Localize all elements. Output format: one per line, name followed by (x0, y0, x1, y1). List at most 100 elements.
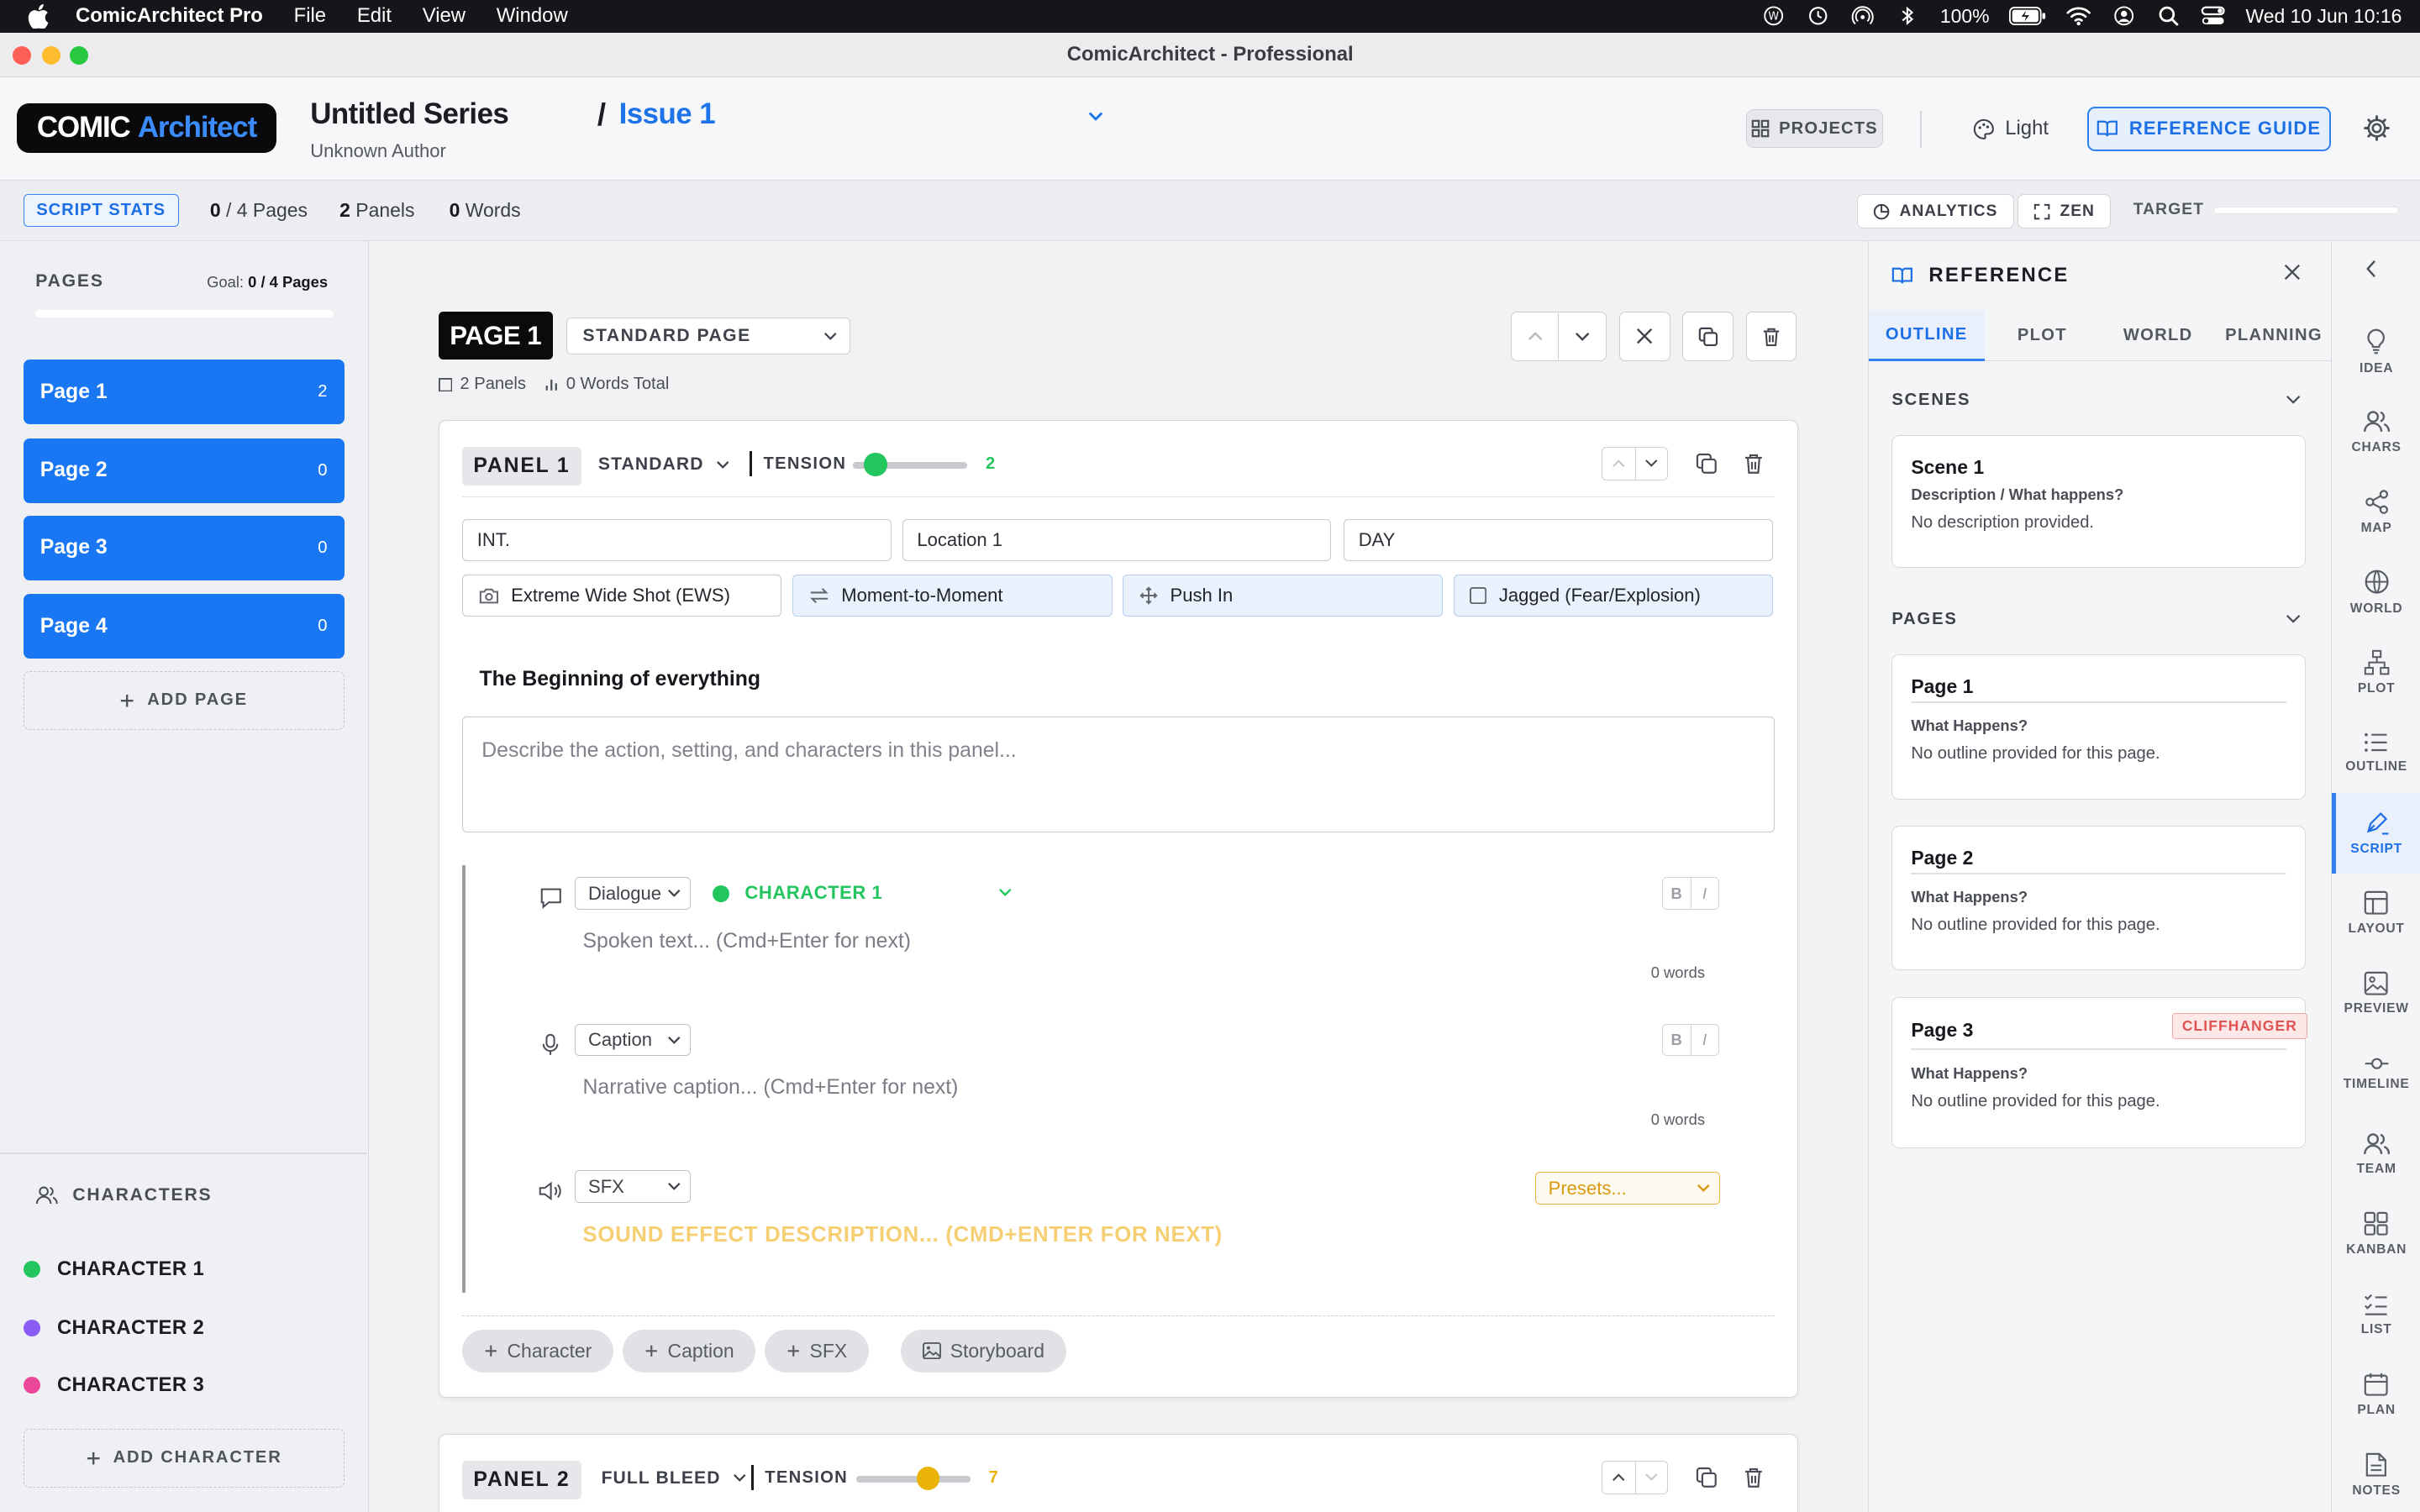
rail-kanban[interactable]: KANBAN (2332, 1194, 2420, 1275)
move-page-down-button[interactable] (1559, 313, 1606, 360)
add-caption-block-button[interactable]: Caption (623, 1329, 756, 1373)
time-of-day-input[interactable]: DAY (1344, 519, 1773, 561)
rail-plot[interactable]: PLOT (2332, 633, 2420, 713)
outline-page-card-2[interactable]: Page 2 What Happens? No outline provided… (1891, 825, 2306, 971)
delete-page-button[interactable] (1745, 312, 1797, 361)
tab-plot[interactable]: PLOT (1985, 310, 2101, 361)
int-ext-input[interactable]: INT. (462, 519, 892, 561)
rail-chars[interactable]: CHARS (2332, 392, 2420, 473)
tension-slider-thumb[interactable] (916, 1467, 940, 1490)
duplicate-panel-copy-icon[interactable] (1696, 453, 1718, 475)
duplicate-page-button[interactable] (1682, 312, 1733, 361)
apple-icon[interactable] (28, 3, 50, 29)
rail-plan[interactable]: PLAN (2332, 1355, 2420, 1436)
tab-outline[interactable]: OUTLINE (1868, 310, 1985, 361)
user-account-icon[interactable] (2112, 5, 2136, 27)
dialogue-type-select[interactable]: Dialogue (575, 877, 692, 910)
tension-slider-track[interactable] (855, 1476, 971, 1483)
location-input[interactable]: Location 1 (902, 519, 1332, 561)
battery-icon[interactable] (2009, 7, 2046, 26)
panel-type-select[interactable]: STANDARD (598, 454, 730, 475)
sidebar-page-3[interactable]: Page 3 0 (23, 515, 345, 580)
rail-notes[interactable]: NOTES (2332, 1435, 2420, 1512)
analytics-button[interactable]: ANALYTICS (1856, 194, 2014, 228)
close-icon[interactable] (2282, 262, 2302, 282)
sfx-presets-select[interactable]: Presets... (1534, 1172, 1721, 1205)
rail-script[interactable]: SCRIPT (2331, 793, 2420, 874)
character-item-2[interactable]: CHARACTER 2 (23, 1316, 205, 1340)
menu-view[interactable]: View (423, 4, 466, 28)
delete-panel-trash-icon[interactable] (1744, 1467, 1764, 1488)
panel-beat-title[interactable]: The Beginning of everything (479, 668, 760, 691)
sidebar-page-1[interactable]: Page 1 2 (23, 360, 345, 425)
character-item-1[interactable]: CHARACTER 1 (23, 1257, 205, 1281)
panel-description-input[interactable]: Describe the action, setting, and charac… (462, 717, 1775, 833)
menu-edit[interactable]: Edit (357, 4, 392, 28)
rail-map[interactable]: MAP (2332, 472, 2420, 553)
w-circle-icon[interactable]: W (1761, 5, 1786, 27)
add-page-button[interactable]: ADD PAGE (23, 671, 345, 730)
wifi-icon[interactable] (2066, 5, 2091, 27)
time-machine-icon[interactable] (1806, 5, 1830, 27)
app-logo[interactable]: COMIC Architect (17, 103, 276, 153)
issue-dropdown-chevron-icon[interactable] (1086, 108, 1105, 123)
outline-page-card-3[interactable]: Page 3 CLIFFHANGER What Happens? No outl… (1891, 996, 2307, 1148)
move-page-up-button[interactable] (1512, 312, 1560, 360)
panel-border-select[interactable]: Jagged (Fear/Explosion) (1453, 575, 1773, 617)
theme-toggle-button[interactable]: Light (1973, 109, 2049, 148)
scene-card-1[interactable]: Scene 1 Description / What happens? No d… (1891, 435, 2306, 568)
airdrop-icon[interactable] (1850, 5, 1875, 27)
shot-type-select[interactable]: Extreme Wide Shot (EWS) (462, 575, 782, 617)
storyboard-button[interactable]: Storyboard (900, 1329, 1066, 1373)
transition-select[interactable]: Moment-to-Moment (792, 575, 1113, 617)
rail-idea[interactable]: IDEA (2332, 312, 2420, 392)
app-menu[interactable]: ComicArchitect Pro (76, 4, 263, 28)
add-character-block-button[interactable]: Character (462, 1329, 613, 1373)
duplicate-panel-copy-icon[interactable] (1696, 1467, 1718, 1488)
sfx-text-input[interactable]: SOUND EFFECT DESCRIPTION... (CMD+ENTER F… (583, 1223, 1223, 1247)
camera-move-select[interactable]: Push In (1123, 575, 1443, 617)
page-type-select[interactable]: STANDARD PAGE (566, 318, 851, 355)
bold-button[interactable]: B (1663, 1025, 1691, 1056)
rail-layout[interactable]: LAYOUT (2332, 874, 2420, 954)
outline-page-card-1[interactable]: Page 1 What Happens? No outline provided… (1891, 654, 2306, 800)
sidebar-page-2[interactable]: Page 2 0 (23, 438, 345, 503)
gear-icon[interactable] (2363, 114, 2391, 142)
italic-button[interactable]: I (1690, 1024, 1718, 1056)
italic-button[interactable]: I (1690, 878, 1718, 909)
collapse-rail-chevron-icon[interactable] (2365, 260, 2378, 278)
rail-outline[interactable]: OUTLINE (2332, 713, 2420, 794)
caption-text-input[interactable]: Narrative caption... (Cmd+Enter for next… (583, 1076, 959, 1100)
sidebar-page-4[interactable]: Page 4 0 (23, 594, 345, 659)
delete-panel-trash-icon[interactable] (1744, 453, 1764, 475)
caption-type-select[interactable]: Caption (575, 1023, 692, 1057)
rail-preview[interactable]: PREVIEW (2332, 953, 2420, 1034)
add-character-button[interactable]: ADD CHARACTER (23, 1429, 345, 1488)
rail-list[interactable]: LIST (2332, 1274, 2420, 1355)
move-panel-down-button[interactable] (1634, 447, 1668, 480)
projects-button[interactable]: PROJECTS (1745, 109, 1884, 149)
add-sfx-block-button[interactable]: SFX (765, 1329, 869, 1373)
scenes-collapse-chevron-icon[interactable] (2286, 395, 2301, 404)
spotlight-search-icon[interactable] (2156, 5, 2181, 27)
rail-world[interactable]: WORLD (2332, 553, 2420, 633)
series-title[interactable]: Untitled Series (310, 97, 509, 131)
clear-page-button[interactable] (1619, 312, 1670, 361)
menu-file[interactable]: File (294, 4, 326, 28)
character-item-3[interactable]: CHARACTER 3 (23, 1373, 205, 1397)
move-panel-up-button[interactable] (1602, 1462, 1635, 1494)
move-panel-down-button[interactable] (1634, 1461, 1668, 1494)
tab-planning[interactable]: PLANNING (2216, 310, 2332, 361)
rail-timeline[interactable]: TIMELINE (2332, 1034, 2420, 1115)
rail-team[interactable]: TEAM (2332, 1114, 2420, 1194)
pages-collapse-chevron-icon[interactable] (2286, 614, 2301, 623)
menu-window[interactable]: Window (497, 4, 568, 28)
tab-world[interactable]: WORLD (2100, 310, 2216, 361)
dialogue-character-select[interactable]: CHARACTER 1 (744, 882, 882, 904)
reference-guide-button[interactable]: REFERENCE GUIDE (2086, 106, 2331, 151)
clock[interactable]: Wed 10 Jun 10:16 (2245, 5, 2402, 28)
sfx-type-select[interactable]: SFX (575, 1170, 692, 1203)
panel-type-select[interactable]: FULL BLEED (602, 1468, 747, 1488)
dialogue-text-input[interactable]: Spoken text... (Cmd+Enter for next) (583, 930, 911, 953)
issue-title[interactable]: Issue 1 (619, 97, 716, 131)
